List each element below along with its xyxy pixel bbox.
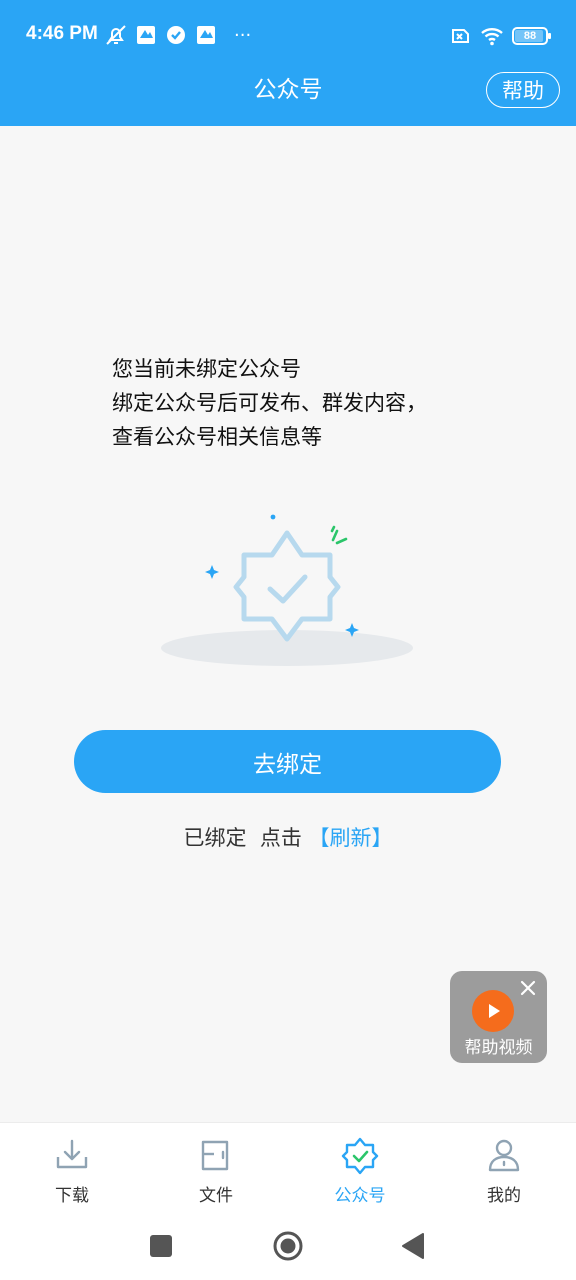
status-notification-icons: ··· bbox=[104, 22, 251, 48]
tab-label: 公众号 bbox=[334, 1186, 386, 1206]
tab-label: 我的 bbox=[487, 1186, 521, 1206]
refresh-hint: 已绑定 点击 bbox=[183, 826, 302, 850]
back-icon[interactable] bbox=[393, 1228, 433, 1264]
app-icon bbox=[137, 26, 155, 44]
verified-badge-icon bbox=[341, 1137, 379, 1175]
download-icon bbox=[56, 1139, 88, 1169]
tab-files[interactable]: 文件 bbox=[144, 1123, 288, 1215]
refresh-row: 已绑定 点击 【刷新】 bbox=[0, 822, 576, 852]
message-line: 绑定公众号后可发布、群发内容， bbox=[112, 391, 427, 415]
mute-icon bbox=[106, 25, 126, 45]
app-icon bbox=[197, 26, 215, 44]
folder-icon bbox=[201, 1140, 229, 1171]
wifi-icon bbox=[481, 28, 503, 46]
sparkle-lines bbox=[330, 525, 348, 545]
battery-icon: 88 bbox=[512, 27, 551, 45]
help-video-floating[interactable]: 帮助视频 bbox=[450, 971, 547, 1063]
close-icon[interactable] bbox=[519, 979, 537, 997]
tab-official-account[interactable]: 公众号 bbox=[288, 1123, 432, 1215]
refresh-link[interactable]: 【刷新】 bbox=[309, 826, 393, 850]
sparkle-star bbox=[205, 565, 219, 579]
status-bar: 4:46 PM ··· 88 bbox=[0, 0, 576, 70]
more-notifications: ··· bbox=[234, 24, 252, 46]
profile-icon bbox=[488, 1139, 520, 1172]
play-icon[interactable] bbox=[472, 990, 514, 1032]
sparkle-dot bbox=[270, 514, 276, 520]
message-line: 您当前未绑定公众号 bbox=[112, 357, 301, 381]
check-circle-icon bbox=[167, 26, 185, 44]
sim-x-icon bbox=[452, 29, 469, 43]
status-time: 4:46 PM bbox=[26, 23, 98, 44]
status-system-icons: 88 bbox=[448, 22, 551, 50]
message-line: 查看公众号相关信息等 bbox=[112, 425, 322, 449]
tab-profile[interactable]: 我的 bbox=[432, 1123, 576, 1215]
tab-label: 文件 bbox=[199, 1186, 233, 1206]
battery-level: 88 bbox=[523, 30, 537, 42]
help-button[interactable]: 帮助 bbox=[486, 72, 560, 108]
badge-star-shape bbox=[233, 530, 341, 642]
unbound-message: 您当前未绑定公众号 绑定公众号后可发布、群发内容， 查看公众号相关信息等 bbox=[112, 352, 427, 454]
bottom-tab-bar: 下载 文件 公众号 我的 bbox=[0, 1122, 576, 1214]
app-header: 4:46 PM ··· 88 公众号 帮助 bbox=[0, 0, 576, 126]
system-nav-bar bbox=[0, 1214, 576, 1280]
verified-badge-illustration bbox=[161, 514, 413, 666]
tab-label: 下载 bbox=[55, 1186, 89, 1206]
recent-apps-icon[interactable] bbox=[141, 1228, 181, 1264]
tab-download[interactable]: 下载 bbox=[0, 1123, 144, 1215]
bind-account-button[interactable]: 去绑定 bbox=[74, 730, 501, 793]
home-icon[interactable] bbox=[268, 1228, 308, 1264]
help-video-label: 帮助视频 bbox=[464, 1038, 533, 1058]
